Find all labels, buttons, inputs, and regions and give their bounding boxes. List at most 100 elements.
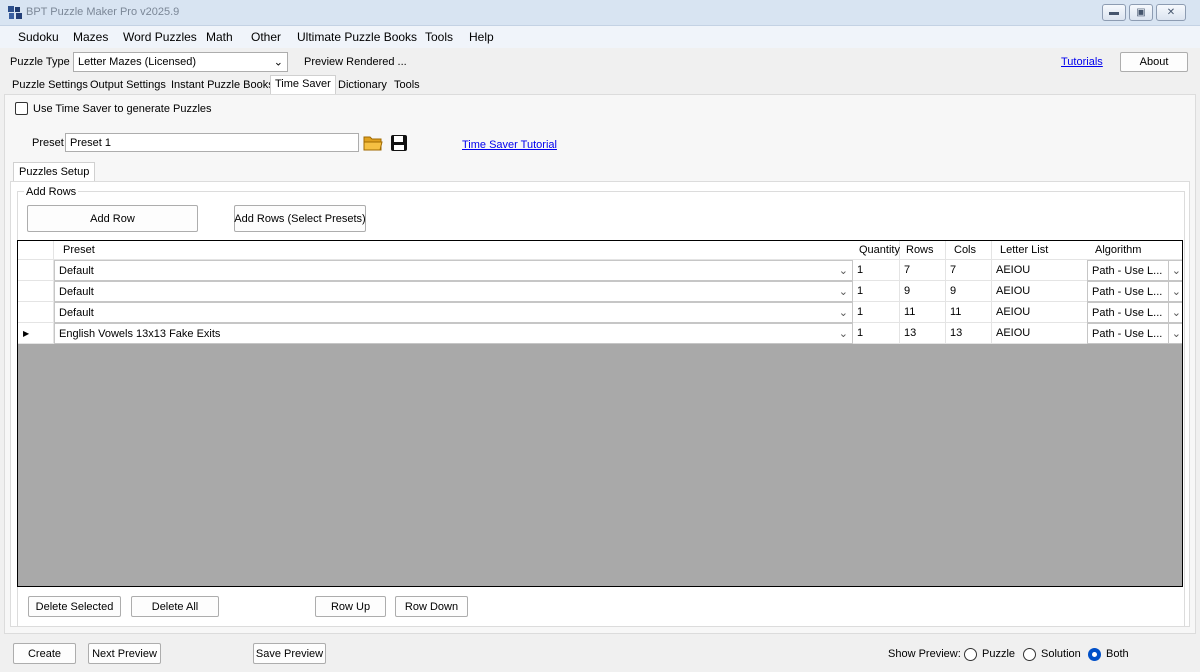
menu-help[interactable]: Help bbox=[469, 30, 494, 44]
preset-cell-value: Default bbox=[59, 307, 94, 319]
letter-list-cell[interactable]: AEIOU bbox=[992, 260, 1088, 281]
algorithm-cell[interactable]: Path - Use L... ⌄ bbox=[1087, 323, 1182, 344]
tab-instant-puzzle-books[interactable]: Instant Puzzle Books bbox=[167, 77, 278, 94]
row-up-button[interactable]: Row Up bbox=[315, 596, 386, 617]
preset-label: Preset bbox=[32, 137, 64, 149]
radio-solution-label[interactable]: Solution bbox=[1041, 648, 1081, 660]
col-header-quantity[interactable]: Quantity bbox=[853, 241, 900, 260]
preset-cell-value: English Vowels 13x13 Fake Exits bbox=[59, 328, 221, 340]
algorithm-cell[interactable]: Path - Use L... ⌄ bbox=[1087, 302, 1182, 323]
rows-cell[interactable]: 11 bbox=[900, 302, 946, 323]
menu-bar: Sudoku Mazes Word Puzzles Math Other Ult… bbox=[0, 26, 1200, 48]
row-header[interactable] bbox=[18, 260, 54, 281]
tab-tools[interactable]: Tools bbox=[390, 77, 424, 94]
cols-cell[interactable]: 7 bbox=[946, 260, 992, 281]
chevron-down-icon: ⌄ bbox=[838, 265, 848, 277]
menu-math[interactable]: Math bbox=[206, 30, 233, 44]
delete-all-button[interactable]: Delete All bbox=[131, 596, 219, 617]
use-time-saver-label: Use Time Saver to generate Puzzles bbox=[33, 103, 212, 115]
col-header-algorithm[interactable]: Algorithm bbox=[1087, 241, 1182, 260]
puzzles-grid: Preset Quantity Rows Cols Letter List Al… bbox=[17, 240, 1183, 587]
col-header-letter-list[interactable]: Letter List bbox=[992, 241, 1088, 260]
minimize-icon: ▬ bbox=[1109, 7, 1119, 18]
chevron-down-icon: ⌄ bbox=[1167, 261, 1181, 280]
preset-cell[interactable]: English Vowels 13x13 Fake Exits ⌄ bbox=[54, 323, 853, 344]
chevron-down-icon: ⌄ bbox=[1167, 324, 1181, 343]
show-preview-label: Show Preview: bbox=[888, 648, 961, 660]
tab-time-saver[interactable]: Time Saver bbox=[270, 75, 336, 95]
chevron-down-icon: ⌄ bbox=[273, 56, 283, 69]
algorithm-cell[interactable]: Path - Use L... ⌄ bbox=[1087, 260, 1182, 281]
preset-cell[interactable]: Default ⌄ bbox=[54, 281, 853, 302]
radio-puzzle[interactable] bbox=[964, 648, 977, 661]
rows-cell[interactable]: 9 bbox=[900, 281, 946, 302]
use-time-saver-checkbox[interactable] bbox=[15, 102, 28, 115]
add-rows-group-label: Add Rows bbox=[24, 186, 79, 198]
rows-cell[interactable]: 7 bbox=[900, 260, 946, 281]
tab-puzzle-settings[interactable]: Puzzle Settings bbox=[8, 77, 92, 94]
add-rows-presets-button[interactable]: Add Rows (Select Presets) bbox=[234, 205, 366, 232]
menu-sudoku[interactable]: Sudoku bbox=[18, 30, 59, 44]
quantity-cell[interactable]: 1 bbox=[853, 281, 900, 302]
next-preview-button[interactable]: Next Preview bbox=[88, 643, 161, 664]
radio-dot-icon bbox=[1092, 652, 1097, 657]
maximize-icon: ▣ bbox=[1136, 7, 1146, 18]
row-header-current[interactable]: ▶ bbox=[18, 323, 54, 344]
col-header-rows[interactable]: Rows bbox=[900, 241, 946, 260]
menu-mazes[interactable]: Mazes bbox=[73, 30, 108, 44]
delete-selected-button[interactable]: Delete Selected bbox=[28, 596, 121, 617]
quantity-cell[interactable]: 1 bbox=[853, 323, 900, 344]
save-disk-icon[interactable] bbox=[390, 134, 408, 152]
subtab-puzzles-setup[interactable]: Puzzles Setup bbox=[13, 162, 96, 182]
quantity-cell[interactable]: 1 bbox=[853, 302, 900, 323]
cols-cell[interactable]: 9 bbox=[946, 281, 992, 302]
close-button[interactable]: ✕ bbox=[1156, 4, 1186, 21]
chevron-down-icon: ⌄ bbox=[838, 307, 848, 319]
row-down-button[interactable]: Row Down bbox=[395, 596, 468, 617]
radio-puzzle-label[interactable]: Puzzle bbox=[982, 648, 1015, 660]
chevron-down-icon: ⌄ bbox=[838, 328, 848, 340]
maximize-button[interactable]: ▣ bbox=[1129, 4, 1153, 21]
rows-cell[interactable]: 13 bbox=[900, 323, 946, 344]
preset-cell[interactable]: Default ⌄ bbox=[54, 302, 853, 323]
algorithm-cell[interactable]: Path - Use L... ⌄ bbox=[1087, 281, 1182, 302]
radio-solution[interactable] bbox=[1023, 648, 1036, 661]
radio-both[interactable] bbox=[1088, 648, 1101, 661]
menu-other[interactable]: Other bbox=[251, 30, 281, 44]
save-preview-button[interactable]: Save Preview bbox=[253, 643, 326, 664]
menu-word-puzzles[interactable]: Word Puzzles bbox=[123, 30, 197, 44]
radio-both-label[interactable]: Both bbox=[1106, 648, 1129, 660]
letter-list-cell[interactable]: AEIOU bbox=[992, 323, 1088, 344]
algorithm-cell-value: Path - Use L... bbox=[1092, 307, 1163, 319]
open-folder-icon[interactable] bbox=[363, 134, 383, 152]
minimize-button[interactable]: ▬ bbox=[1102, 4, 1126, 21]
tutorials-link[interactable]: Tutorials bbox=[1061, 56, 1103, 68]
letter-list-cell[interactable]: AEIOU bbox=[992, 302, 1088, 323]
cols-cell[interactable]: 13 bbox=[946, 323, 992, 344]
cols-cell[interactable]: 11 bbox=[946, 302, 992, 323]
title-bar: BPT Puzzle Maker Pro v2025.9 ▬ ▣ ✕ bbox=[0, 0, 1200, 26]
create-button[interactable]: Create bbox=[13, 643, 76, 664]
preset-input[interactable]: Preset 1 bbox=[65, 133, 359, 152]
window-title: BPT Puzzle Maker Pro v2025.9 bbox=[26, 6, 180, 18]
letter-list-cell[interactable]: AEIOU bbox=[992, 281, 1088, 302]
add-row-button[interactable]: Add Row bbox=[27, 205, 198, 232]
row-header[interactable] bbox=[18, 302, 54, 323]
chevron-down-icon: ⌄ bbox=[838, 286, 848, 298]
algorithm-cell-value: Path - Use L... bbox=[1092, 265, 1163, 277]
menu-tools[interactable]: Tools bbox=[425, 30, 453, 44]
chevron-down-icon: ⌄ bbox=[1167, 303, 1181, 322]
preset-value: Preset 1 bbox=[70, 136, 111, 149]
about-button[interactable]: About bbox=[1120, 52, 1188, 72]
puzzle-type-label: Puzzle Type bbox=[10, 56, 70, 68]
time-saver-tutorial-link[interactable]: Time Saver Tutorial bbox=[462, 139, 557, 151]
tab-output-settings[interactable]: Output Settings bbox=[86, 77, 170, 94]
tab-dictionary[interactable]: Dictionary bbox=[334, 77, 391, 94]
preset-cell[interactable]: Default ⌄ bbox=[54, 260, 853, 281]
puzzle-type-select[interactable]: Letter Mazes (Licensed) ⌄ bbox=[73, 52, 288, 72]
quantity-cell[interactable]: 1 bbox=[853, 260, 900, 281]
row-header[interactable] bbox=[18, 281, 54, 302]
menu-ultimate-puzzle-books[interactable]: Ultimate Puzzle Books bbox=[297, 30, 417, 44]
col-header-cols[interactable]: Cols bbox=[946, 241, 992, 260]
col-header-preset[interactable]: Preset bbox=[54, 241, 872, 260]
